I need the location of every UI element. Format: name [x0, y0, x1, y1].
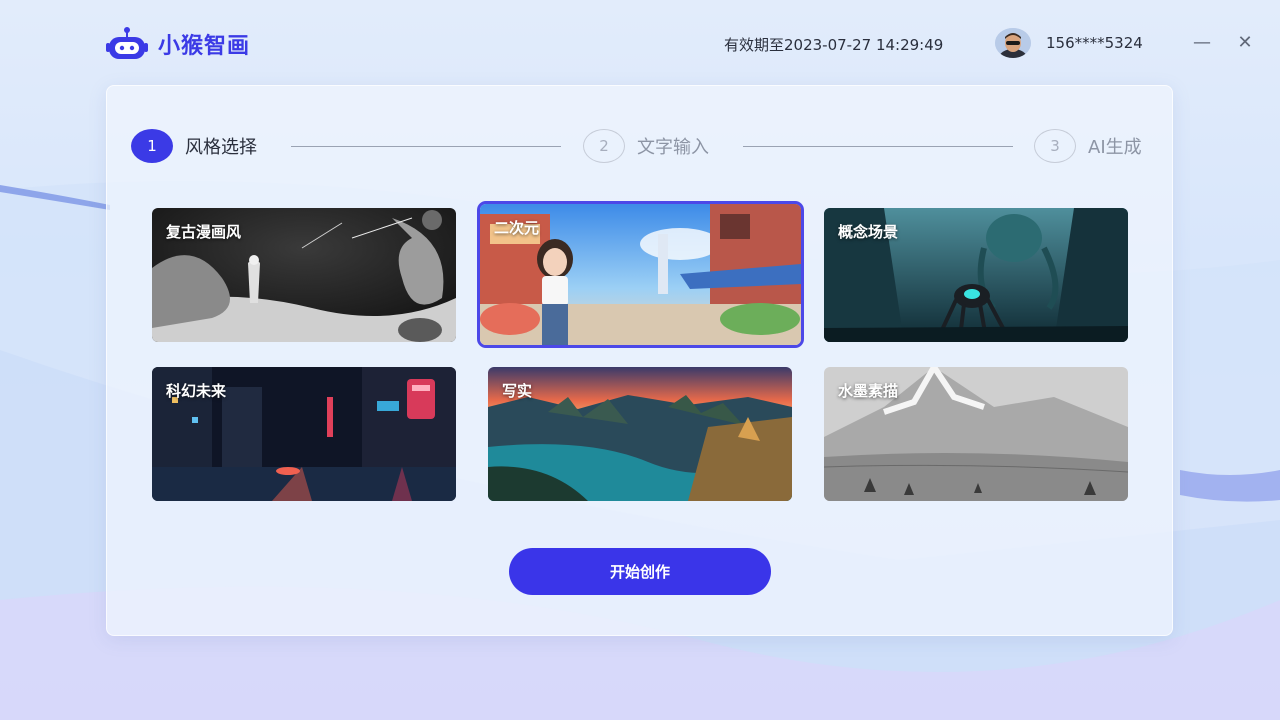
step-label: 文字输入 — [637, 137, 709, 158]
step-text-input: 2 文字输入 — [583, 129, 709, 163]
avatar[interactable] — [995, 28, 1031, 58]
step-style-selection: 1 风格选择 — [131, 129, 257, 163]
style-card-realistic[interactable]: 写实 — [488, 367, 792, 501]
style-label: 复古漫画风 — [166, 223, 242, 241]
step-label: AI生成 — [1088, 137, 1142, 158]
user-phone: 156****5324 — [1046, 34, 1143, 52]
app-logo: 小猴智画 — [106, 26, 250, 62]
style-label: 二次元 — [494, 219, 540, 237]
title-bar: 小猴智画 有效期至2023-07-27 14:29:49 156****5324… — [0, 0, 1280, 88]
style-card-concept-scene[interactable]: 概念场景 — [824, 208, 1128, 342]
style-card-retro-comic[interactable]: 复古漫画风 — [152, 208, 456, 342]
step-connector — [291, 146, 561, 147]
app-name: 小猴智画 — [158, 34, 251, 59]
style-label: 水墨素描 — [838, 382, 899, 400]
start-creating-button[interactable]: 开始创作 — [509, 548, 771, 595]
close-icon[interactable]: ✕ — [1235, 30, 1255, 54]
style-label: 科幻未来 — [166, 382, 227, 400]
minimize-icon[interactable]: — — [1192, 30, 1212, 54]
style-card-ink-sketch[interactable]: 水墨素描 — [824, 367, 1128, 501]
style-card-anime[interactable]: 二次元 — [477, 201, 804, 348]
subscription-expiry: 有效期至2023-07-27 14:29:49 — [724, 36, 944, 54]
step-ai-generate: 3 AI生成 — [1034, 129, 1142, 163]
step-connector — [743, 146, 1013, 147]
style-card-scifi-future[interactable]: 科幻未来 — [152, 367, 456, 501]
realistic-image — [488, 367, 792, 501]
style-label: 概念场景 — [838, 223, 899, 241]
step-number: 2 — [583, 129, 625, 163]
step-number: 3 — [1034, 129, 1076, 163]
robot-icon — [106, 27, 148, 59]
style-label: 写实 — [502, 382, 533, 400]
step-number: 1 — [131, 129, 173, 163]
step-label: 风格选择 — [185, 137, 257, 158]
